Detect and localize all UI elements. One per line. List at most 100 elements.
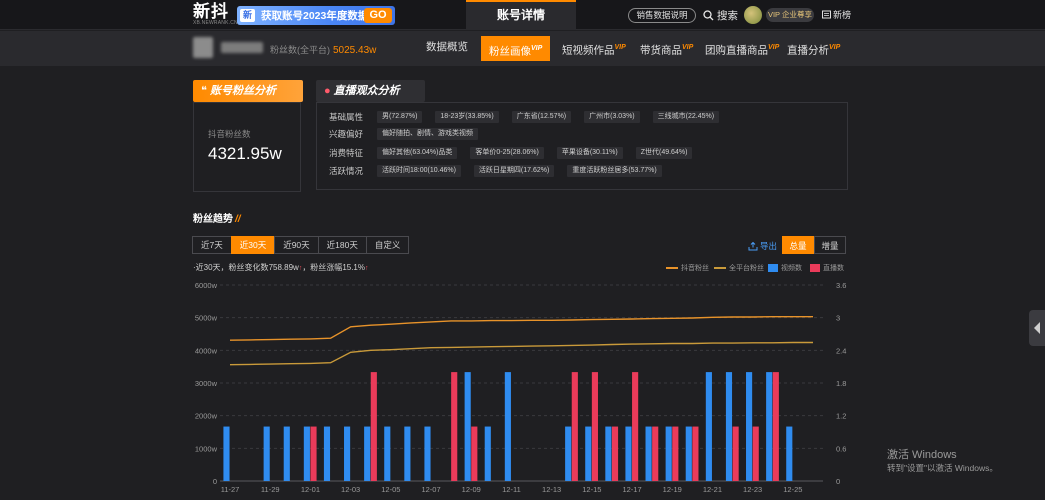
news-label: 新榜: [833, 10, 852, 20]
side-collapse-tab[interactable]: [1029, 310, 1045, 346]
account-avatar-blurred: [193, 37, 213, 58]
live-audience-card: 基础属性 男(72.87%) 18-23岁(33.85%) 广东省(12.57%…: [316, 102, 848, 190]
live-count-bar: [652, 426, 659, 481]
x-tick-label: 12-05: [381, 485, 400, 494]
y-right-tick-label: 0: [836, 477, 840, 486]
x-tick-label: 12-03: [341, 485, 360, 494]
video-count-bar: [484, 426, 491, 481]
live-count-bar: [772, 372, 779, 481]
live-audience-tag[interactable]: ● 直播观众分析: [316, 80, 425, 102]
video-count-bar: [786, 426, 793, 481]
legend-douyin-fans[interactable]: 抖音粉丝: [666, 263, 709, 273]
chip: 18-23岁(33.85%): [435, 111, 499, 123]
y-left-tick-label: 1000w: [195, 444, 218, 453]
tab-live-analysis[interactable]: 直播分析VIP: [787, 31, 840, 66]
all-platform-fans-line: [229, 341, 813, 366]
total-fans-label: 粉丝数(全平台): [270, 45, 330, 55]
live-count-bar: [310, 426, 317, 481]
video-count-bar: [605, 426, 612, 481]
live-count-bar: [451, 372, 458, 481]
video-count-bar: [344, 426, 351, 481]
y-right-tick-label: 1.2: [836, 412, 846, 421]
total-fans-value: 5025.43w: [333, 45, 377, 56]
account-detail-label: 账号详情: [496, 8, 545, 22]
export-button[interactable]: 导出: [748, 240, 777, 252]
tab-fan-portrait[interactable]: 粉丝画像VIP: [481, 36, 551, 61]
windows-activation-notice: 激活 Windows 转到"设置"以激活 Windows。: [887, 449, 998, 473]
sales-data-info-button[interactable]: 销售数据说明: [628, 8, 696, 23]
video-count-bar: [364, 426, 371, 481]
video-count-bar: [746, 372, 753, 481]
promo-go-button[interactable]: GO: [364, 8, 392, 23]
chip: 活跃日星期四(17.62%): [473, 165, 555, 177]
legend-line-swatch: [666, 267, 678, 269]
chip: 三线城市(22.45%): [652, 111, 720, 123]
attr-row-interest: 兴趣偏好 偏好随拍、剧情、游戏类视频: [329, 127, 491, 141]
range-180-days[interactable]: 近180天: [317, 236, 367, 254]
logo-subtitle: XB.NEWRANK.CN: [193, 20, 238, 26]
total-fans: 粉丝数(全平台) 5025.43w: [270, 43, 376, 56]
x-tick-label: 11-27: [221, 485, 240, 494]
chip: 重度活跃粉丝居多(53.77%): [567, 165, 662, 177]
chip: 苹果设备(30.11%): [556, 147, 623, 159]
chip: 偏好随拍、剧情、游戏类视频: [377, 128, 478, 140]
live-count-bar: [611, 426, 619, 481]
video-count-bar: [283, 426, 290, 481]
x-tick-label: 12-09: [462, 485, 481, 494]
video-count-bar: [725, 372, 733, 481]
douyin-fans-line: [229, 316, 813, 341]
search-button[interactable]: 搜索: [703, 8, 738, 23]
search-label: 搜索: [717, 10, 738, 22]
live-count-bar: [591, 372, 598, 481]
y-right-tick-label: 2.4: [836, 346, 846, 355]
x-tick-label: 12-21: [703, 485, 722, 494]
live-count-bar: [632, 372, 639, 481]
increase-toggle[interactable]: 增量: [814, 236, 846, 254]
range-7-days[interactable]: 近7天: [192, 236, 232, 254]
video-count-bar: [323, 426, 331, 481]
video-count-bar: [464, 372, 471, 481]
annual-data-promo-banner[interactable]: 新 获取账号2023年度数据 GO: [237, 6, 395, 25]
chevron-left-icon: [1034, 322, 1040, 334]
vip-enterprise-badge[interactable]: VIP 企业尊享: [766, 8, 814, 22]
date-range-selector: 近7天 近30天 近90天 近180天 自定义: [192, 236, 410, 254]
tab-data-overview[interactable]: 数据概览: [426, 31, 468, 66]
legend-box-swatch: [810, 264, 820, 272]
total-toggle[interactable]: 总量: [782, 236, 814, 254]
chip: 广州市(3.03%): [584, 111, 640, 123]
live-count-bar: [370, 372, 377, 481]
site-logo[interactable]: 新抖 XB.NEWRANK.CN: [193, 3, 238, 27]
person-icon: ●: [324, 85, 331, 97]
live-count-bar: [672, 426, 679, 481]
douyin-fans-value: 4321.95w: [208, 144, 282, 163]
promo-text: 获取账号2023年度数据: [261, 10, 369, 22]
x-tick-label: 12-07: [421, 485, 440, 494]
range-90-days[interactable]: 近90天: [274, 236, 319, 254]
tab-short-videos[interactable]: 短视频作品VIP: [562, 31, 626, 66]
live-count-bar: [571, 372, 578, 481]
x-tick-label: 12-23: [743, 485, 762, 494]
legend-live-count[interactable]: 直播数: [810, 263, 844, 273]
tab-group-live-products[interactable]: 团购直播商品VIP: [705, 31, 779, 66]
y-left-tick-label: 3000w: [195, 379, 218, 388]
legend-video-count[interactable]: 视频数: [768, 263, 802, 273]
chip: 活跃时间18:00(10.46%): [377, 165, 461, 177]
tab-commerce-products[interactable]: 带货商品VIP: [640, 31, 693, 66]
account-detail-tab[interactable]: 账号详情: [466, 0, 576, 30]
video-count-bar: [424, 426, 431, 481]
video-count-bar: [766, 372, 773, 481]
trend-mark-icon: //: [235, 214, 241, 225]
range-30-days[interactable]: 近30天: [230, 236, 276, 254]
legend-all-platform-fans[interactable]: 全平台粉丝: [714, 263, 764, 273]
range-custom[interactable]: 自定义: [365, 236, 410, 254]
y-right-tick-label: 1.8: [836, 379, 846, 388]
douyin-fans-label: 抖音粉丝数: [208, 129, 251, 139]
user-avatar[interactable]: [744, 6, 762, 24]
fan-analysis-tag[interactable]: ❝ 账号粉丝分析: [193, 80, 303, 102]
y-left-tick-label: 6000w: [195, 281, 218, 290]
x-tick-label: 12-19: [663, 485, 682, 494]
attr-row-basic: 基础属性 男(72.87%) 18-23岁(33.85%) 广东省(12.57%…: [329, 110, 732, 124]
news-button[interactable]: 新榜: [822, 8, 851, 21]
promo-badge: 新: [240, 9, 255, 22]
live-count-bar: [471, 426, 478, 481]
